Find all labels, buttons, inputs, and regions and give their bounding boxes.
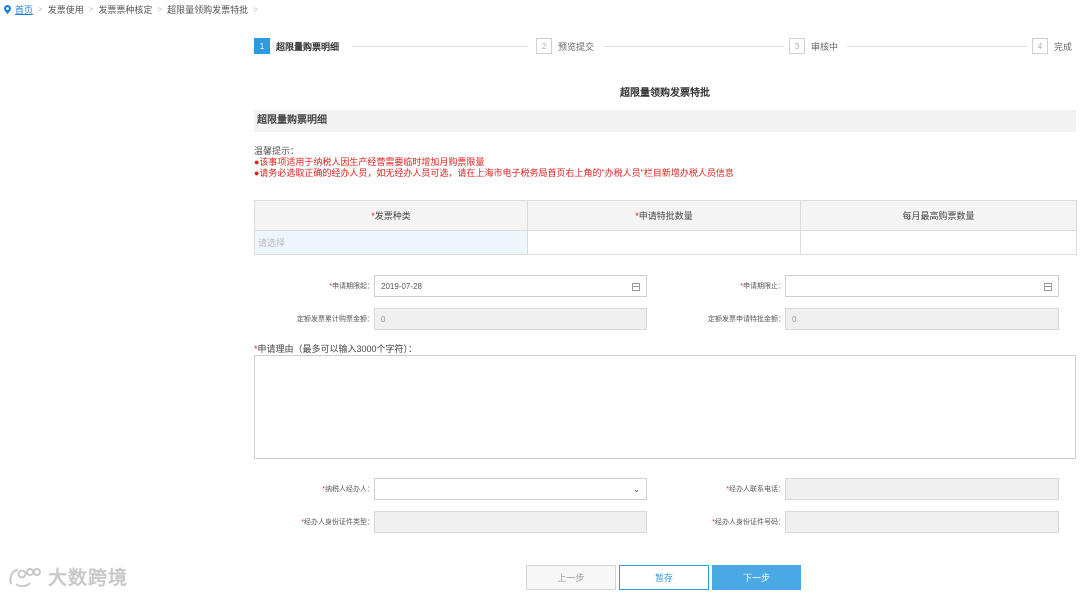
step-3: 3 审核中 [789, 38, 838, 54]
apply-end-label: *申请期限止： [740, 283, 785, 290]
reason-textarea[interactable] [254, 355, 1076, 459]
id-type-label: *经办人身份证件类型： [301, 519, 374, 526]
save-draft-button[interactable]: 暂存 [619, 565, 709, 590]
calendar-icon[interactable] [632, 283, 640, 291]
step-number: 2 [536, 38, 552, 54]
prev-step-button[interactable]: 上一步 [526, 565, 616, 590]
watermark-text: 大数跨境 [48, 568, 129, 589]
breadcrumb-home-link[interactable]: 首页 [15, 3, 33, 16]
fixed-total-row: 定额发票累计购票金额： 0 [254, 308, 647, 330]
tip-line: ●请务必选取正确的经办人员，如无经办人员可选，请在上海市电子税务局首页右上角的"… [254, 168, 734, 178]
step-label: 完成 [1054, 41, 1073, 52]
step-number: 3 [789, 38, 805, 54]
step-label: 审核中 [811, 41, 839, 52]
step-label: 超限量购票明细 [276, 41, 340, 52]
step-connector [604, 46, 784, 47]
breadcrumb-separator-icon: > [38, 4, 43, 14]
id-number-input [785, 511, 1059, 533]
step-2: 2 预览提交 [536, 38, 594, 54]
page-title: 超限量领购发票特批 [620, 88, 710, 99]
apply-end-date-input[interactable] [785, 275, 1059, 297]
apply-quantity-input[interactable] [527, 230, 801, 255]
apply-end-row: *申请期限止： [665, 275, 1059, 297]
tips-title: 温馨提示： [254, 146, 300, 156]
step-label: 预览提交 [558, 41, 595, 52]
tips-panel: 温馨提示： ●该事项适用于纳税人因生产经营需要临时增加月购票限量 ●请务必选取正… [254, 146, 734, 179]
section-header: 超限量购票明细 [254, 110, 1076, 132]
step-connector [352, 46, 528, 47]
fixed-approve-input: 0 [785, 308, 1059, 330]
agent-phone-row: *经办人联系电话： [665, 478, 1059, 500]
fixed-total-label: 定额发票累计购票金额： [297, 316, 374, 323]
table-header-row: *发票种类 *申请特批数量 每月最高购票数量 [254, 200, 1077, 231]
column-header-apply-quantity: *申请特批数量 [527, 200, 801, 231]
id-number-row: *经办人身份证件号码： [665, 511, 1059, 533]
breadcrumb-separator-icon: > [253, 4, 258, 14]
step-connector [847, 46, 1027, 47]
step-1: 1 超限量购票明细 [254, 38, 339, 54]
breadcrumb-item[interactable]: 发票票种核定 [98, 3, 152, 16]
agent-row: *纳税人经办人： ⌄ [254, 478, 647, 500]
calendar-icon[interactable] [1044, 283, 1052, 291]
breadcrumb-item-current: 超限量领购发票特批 [167, 4, 249, 15]
step-number: 4 [1032, 38, 1048, 54]
reason-label: *申请理由（最多可以输入3000个字符）： [254, 344, 418, 354]
progress-steps: 1 超限量购票明细 2 预览提交 3 审核中 4 完成 [254, 38, 1076, 56]
column-header-invoice-type: *发票种类 [254, 200, 528, 231]
id-type-row: *经办人身份证件类型： [254, 511, 647, 533]
breadcrumb-separator-icon: > [88, 4, 94, 14]
next-step-button[interactable]: 下一步 [712, 565, 801, 590]
breadcrumb-separator-icon: > [157, 4, 163, 14]
apply-start-date-input[interactable]: 2019-07-28 [374, 275, 647, 297]
column-header-monthly-max: 每月最高购票数量 [800, 200, 1077, 231]
invoice-type-table: *发票种类 *申请特批数量 每月最高购票数量 请选择 [254, 200, 1077, 255]
breadcrumb: 首页 > 发票使用 > 发票票种核定 > 超限量领购发票特批 > [4, 3, 263, 15]
table-row: 请选择 [254, 230, 1077, 255]
watermark: 大数跨境 [8, 563, 128, 590]
agent-label: *纳税人经办人： [322, 486, 374, 493]
step-4: 4 完成 [1032, 38, 1072, 54]
fixed-approve-row: 定额发票申请特批金额： 0 [665, 308, 1059, 330]
watermark-logo-icon [9, 567, 41, 587]
step-number: 1 [254, 38, 270, 54]
chevron-down-icon[interactable]: ⌄ [633, 485, 640, 494]
agent-select[interactable]: ⌄ [374, 478, 647, 500]
invoice-type-select[interactable]: 请选择 [254, 230, 528, 255]
agent-phone-label: *经办人联系电话： [726, 486, 785, 493]
tip-line: ●该事项适用于纳税人因生产经营需要临时增加月购票限量 [254, 157, 485, 167]
agent-phone-input [785, 478, 1059, 500]
breadcrumb-item[interactable]: 发票使用 [48, 3, 84, 16]
id-number-label: *经办人身份证件号码： [712, 519, 785, 526]
id-type-input [374, 511, 647, 533]
monthly-max-cell [800, 230, 1077, 255]
fixed-total-input: 0 [374, 308, 647, 330]
location-pin-icon [4, 4, 11, 14]
fixed-approve-label: 定额发票申请特批金额： [708, 316, 785, 323]
apply-start-label: *申请期限起： [329, 283, 374, 290]
apply-start-row: *申请期限起： 2019-07-28 [254, 275, 647, 297]
